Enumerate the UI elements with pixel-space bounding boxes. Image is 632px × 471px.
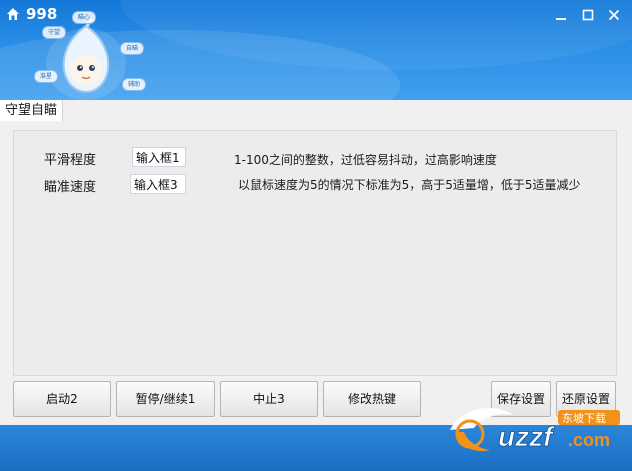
tab-shouwang-aim[interactable]: 守望自瞄 [0,100,64,121]
app-window: 998 守望 瞄心 自瞄 辅助 准星 守望自瞄 平滑程度 输入框1 1-100之… [0,0,632,471]
smoothing-label: 平滑程度 [44,153,97,168]
minimize-icon[interactable] [550,6,572,24]
aim-speed-input[interactable] [130,174,186,194]
settings-panel: 平滑程度 1-100之间的整数，过低容易抖动，过高影响速度 瞄准速度 以鼠标速度… [13,130,617,376]
maximize-icon[interactable] [577,6,599,24]
mascot-bubble: 守望 [42,26,66,39]
mascot-illustration: 守望 瞄心 自瞄 辅助 准星 [28,8,178,100]
pause-resume-button[interactable]: 暂停/继续1 [116,381,215,417]
change-hotkey-button[interactable]: 修改热键 [323,381,421,417]
mascot-bubble: 瞄心 [72,11,96,24]
aim-speed-label: 瞄准速度 [44,180,97,195]
mascot-icon [46,18,126,100]
smoothing-input[interactable] [132,147,186,167]
main-content: 平滑程度 1-100之间的整数，过低容易抖动，过高影响速度 瞄准速度 以鼠标速度… [0,121,632,425]
uzzf-logo-icon: uzzf .com 东坡下载 [450,407,620,452]
svg-text:东坡下载: 东坡下载 [562,412,606,425]
smoothing-description: 1-100之间的整数，过低容易抖动，过高影响速度 [234,153,497,167]
aim-speed-description: 以鼠标速度为5的情况下标准为5，高于5适量增，低于5适量减少 [238,178,581,192]
header-banner: 998 守望 瞄心 自瞄 辅助 准星 [0,0,632,100]
home-icon [6,7,20,21]
watermark-logo: uzzf .com 东坡下载 [440,402,630,469]
close-icon[interactable] [603,6,625,24]
svg-text:uzzf: uzzf [498,421,555,452]
svg-text:.com: .com [568,430,610,450]
mascot-bubble: 准星 [34,70,58,83]
bottom-bar: uzzf .com 东坡下载 [0,407,632,471]
tab-bar: 守望自瞄 [0,100,632,122]
mascot-bubble: 自瞄 [120,42,144,55]
start-button[interactable]: 启动2 [13,381,111,417]
mascot-bubble: 辅助 [122,78,146,91]
stop-button[interactable]: 中止3 [220,381,318,417]
